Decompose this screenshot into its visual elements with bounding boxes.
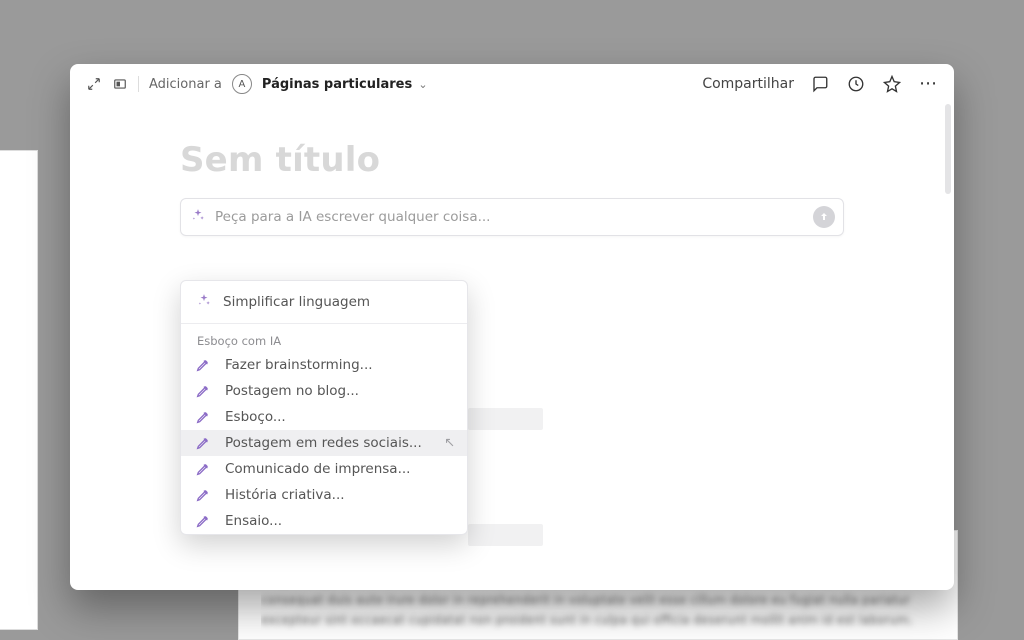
ai-draft-option-label: Ensaio... xyxy=(225,513,282,529)
ai-draft-option-label: Postagem no blog... xyxy=(225,383,359,399)
ai-draft-option-label: Comunicado de imprensa... xyxy=(225,461,410,477)
scrollbar[interactable] xyxy=(945,104,951,194)
ai-draft-option[interactable]: Fazer brainstorming... xyxy=(181,352,467,378)
add-to-label: Adicionar a xyxy=(149,77,222,92)
workspace-avatar[interactable]: A xyxy=(232,74,252,94)
ai-draft-option-label: História criativa... xyxy=(225,487,345,503)
toolbar: Adicionar a A Páginas particulares ⌄ Com… xyxy=(70,64,954,100)
ai-prompt-input[interactable]: Peça para a IA escrever qualquer coisa..… xyxy=(180,198,844,236)
page-body: Sem título Peça para a IA escrever qualq… xyxy=(70,100,954,590)
ai-draft-option-label: Esboço... xyxy=(225,409,286,425)
toolbar-separator xyxy=(138,76,139,92)
ai-suggestions-dropdown: Simplificar linguagem Esboço com IA Faze… xyxy=(180,280,468,535)
ghost-block xyxy=(468,408,543,430)
ai-section-label: Esboço com IA xyxy=(181,324,467,352)
ai-submit-button[interactable] xyxy=(813,206,835,228)
breadcrumb-current[interactable]: Páginas particulares ⌄ xyxy=(262,77,428,92)
ai-draft-option[interactable]: Ensaio... xyxy=(181,508,467,534)
ai-draft-option[interactable]: Postagem em redes sociais... ↖ xyxy=(181,430,467,456)
page-title-placeholder[interactable]: Sem título xyxy=(180,140,844,180)
chevron-down-icon: ⌄ xyxy=(418,78,427,91)
favorite-star-icon[interactable] xyxy=(882,74,902,94)
ai-draft-option-label: Postagem em redes sociais... xyxy=(225,435,422,451)
ai-option-simplify-label: Simplificar linguagem xyxy=(223,294,370,310)
comments-icon[interactable] xyxy=(810,74,830,94)
breadcrumb-current-label: Páginas particulares xyxy=(262,77,412,92)
ai-draft-option-label: Fazer brainstorming... xyxy=(225,357,373,373)
ghost-block xyxy=(468,524,543,546)
updates-clock-icon[interactable] xyxy=(846,74,866,94)
ai-draft-option[interactable]: Esboço... xyxy=(181,404,467,430)
ai-draft-option[interactable]: Postagem no blog... xyxy=(181,378,467,404)
more-options-icon[interactable] xyxy=(918,74,938,94)
background-sidebar-stub xyxy=(0,150,38,630)
share-button[interactable]: Compartilhar xyxy=(702,76,794,92)
page-modal: Adicionar a A Páginas particulares ⌄ Com… xyxy=(70,64,954,590)
ai-sparkle-icon xyxy=(197,293,211,311)
expand-icon[interactable] xyxy=(86,76,102,92)
ai-option-simplify[interactable]: Simplificar linguagem xyxy=(181,281,467,324)
insert-arrow-icon: ↖ xyxy=(444,436,455,451)
ai-sparkle-icon xyxy=(191,208,205,226)
ai-draft-option[interactable]: História criativa... xyxy=(181,482,467,508)
ai-prompt-placeholder: Peça para a IA escrever qualquer coisa..… xyxy=(215,209,490,225)
ai-draft-option[interactable]: Comunicado de imprensa... xyxy=(181,456,467,482)
peek-mode-icon[interactable] xyxy=(112,76,128,92)
ai-draft-options-list: Fazer brainstorming... Postagem no blog..… xyxy=(181,352,467,534)
